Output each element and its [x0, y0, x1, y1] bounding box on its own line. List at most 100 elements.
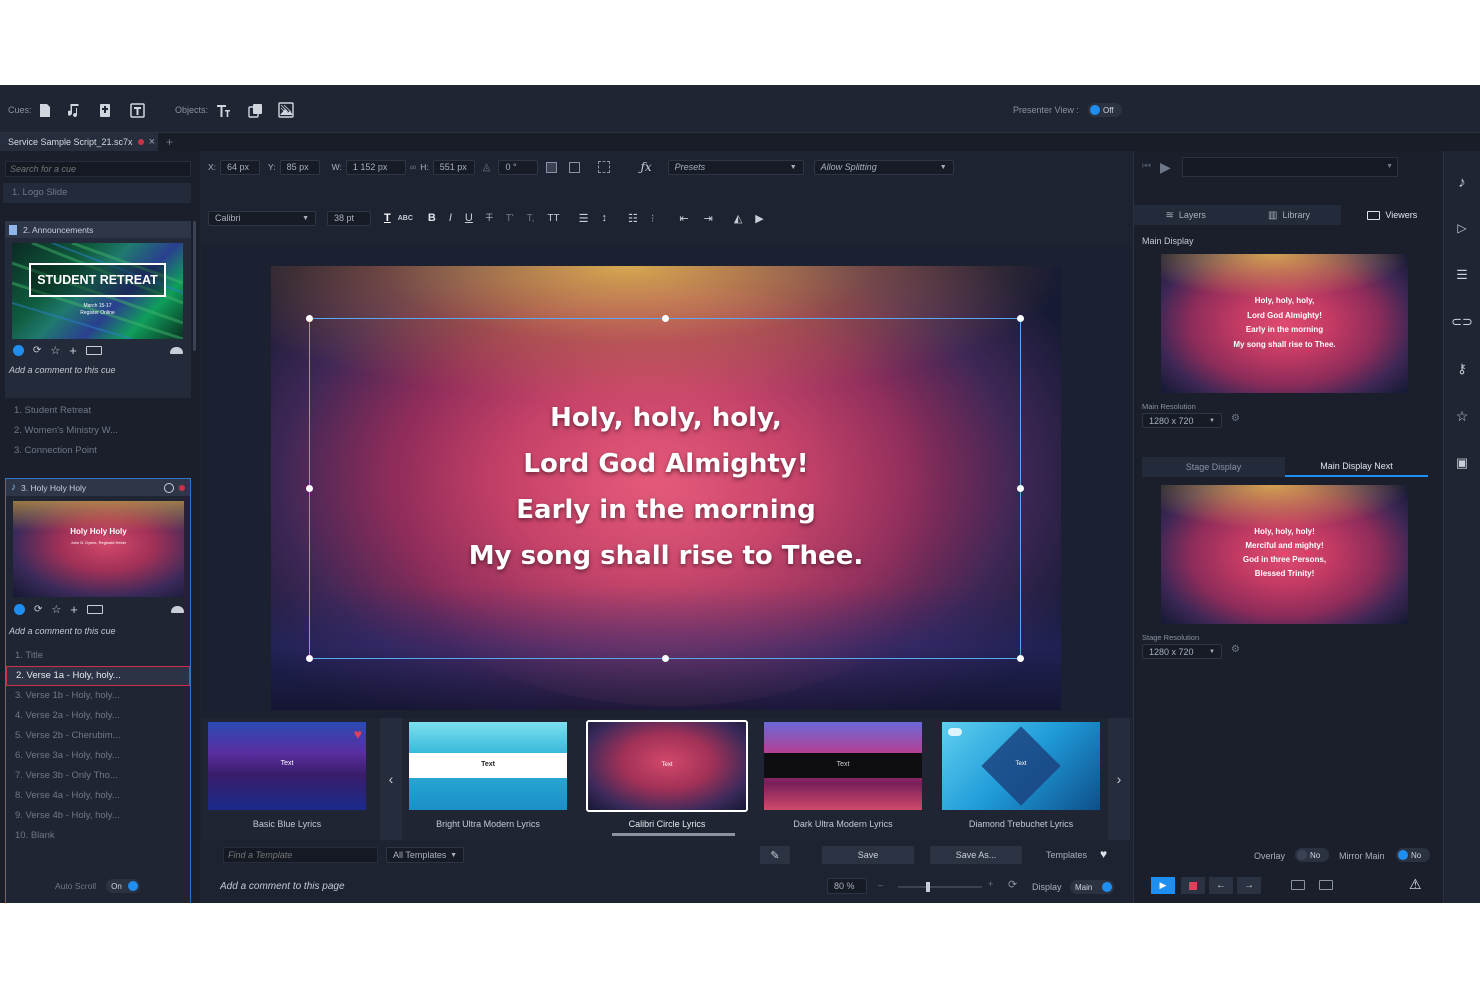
text-color-icon[interactable]: T: [384, 212, 391, 224]
page-item[interactable]: 9. Verse 4b - Holy, holy...: [6, 806, 190, 826]
add-tab-icon[interactable]: +: [166, 135, 173, 149]
cue-search-input[interactable]: [5, 161, 191, 177]
stop-presentation-button[interactable]: [1181, 877, 1205, 894]
bible-icon[interactable]: ▣: [1451, 452, 1473, 474]
loop-icon[interactable]: ⟳: [34, 604, 42, 615]
tab-stage-display[interactable]: Stage Display: [1142, 457, 1285, 477]
template-calibri-circle[interactable]: Text: [586, 720, 748, 812]
underline-icon[interactable]: U: [465, 212, 473, 224]
flip-icon[interactable]: ◭: [734, 212, 742, 225]
main-resolution-dropdown[interactable]: 1280 x 720 ▼: [1142, 413, 1222, 428]
template-basic-blue[interactable]: ♥ Text: [208, 722, 366, 810]
superscript-icon[interactable]: T': [506, 213, 514, 224]
x-field[interactable]: 64 px: [220, 159, 261, 175]
slide-cue-icon[interactable]: [37, 101, 53, 119]
page-item[interactable]: 3. Connection Point: [5, 441, 191, 461]
w-field[interactable]: 1 152 px: [345, 159, 406, 175]
page-item[interactable]: 2. Women's Ministry W...: [5, 421, 191, 441]
page-item[interactable]: 1. Student Retreat: [5, 401, 191, 421]
spell-check-icon[interactable]: ABC: [398, 215, 413, 222]
overlay-toggle[interactable]: No: [1295, 848, 1329, 862]
resize-handle[interactable]: [662, 655, 669, 662]
brush-icon[interactable]: ✎: [760, 846, 790, 864]
page-item[interactable]: 10. Blank: [6, 826, 190, 846]
text-box-selection[interactable]: Holy, holy, holy, Lord God Almighty! Ear…: [306, 315, 1024, 662]
playlist-icon[interactable]: ☰: [1451, 264, 1473, 286]
media-object-icon[interactable]: [277, 101, 295, 119]
italic-icon[interactable]: I: [449, 212, 452, 224]
align-icon[interactable]: [598, 161, 611, 173]
scroll-right-icon[interactable]: ›: [1108, 718, 1130, 840]
favorite-icon[interactable]: ☆: [50, 344, 60, 357]
cue-comment[interactable]: Add a comment to this cue: [9, 365, 116, 375]
align-text-icon[interactable]: ☰: [579, 212, 589, 225]
save-as-template-button[interactable]: Save As...: [930, 846, 1022, 864]
media-dropdown[interactable]: ▼: [1182, 157, 1398, 177]
slide-canvas[interactable]: Holy, holy, holy, Lord God Almighty! Ear…: [271, 266, 1061, 710]
song-cue-icon[interactable]: [66, 101, 84, 119]
cue-comment[interactable]: Add a comment to this cue: [9, 626, 116, 636]
refresh-icon[interactable]: ⟳: [1008, 878, 1017, 891]
play-cue-icon[interactable]: [13, 344, 24, 356]
sidebar-scrollbar[interactable]: [193, 221, 196, 351]
zoom-in-icon[interactable]: +: [988, 879, 993, 889]
timer-icon[interactable]: [164, 482, 174, 493]
bible-cue-icon[interactable]: [97, 101, 113, 119]
keyboard-icon[interactable]: [86, 604, 103, 614]
cloud-icon[interactable]: [170, 346, 183, 354]
add-icon[interactable]: +: [70, 602, 78, 617]
play-cue-icon[interactable]: [14, 603, 25, 615]
all-caps-icon[interactable]: TT: [547, 213, 559, 224]
scroll-left-icon[interactable]: ‹: [380, 718, 402, 840]
loop-icon[interactable]: ⟳: [33, 345, 41, 356]
cue-logo-slide[interactable]: 1. Logo Slide: [3, 183, 191, 203]
line-spacing-icon[interactable]: ☷: [628, 212, 638, 225]
send-backward-icon[interactable]: [569, 161, 581, 173]
previous-slide-button[interactable]: ←: [1209, 877, 1233, 894]
resize-handle[interactable]: [1017, 655, 1024, 662]
video-icon[interactable]: ▷: [1451, 217, 1473, 239]
page-item[interactable]: 8. Verse 4a - Holy, holy...: [6, 786, 190, 806]
favorite-icon[interactable]: ☆: [51, 603, 61, 616]
subscript-icon[interactable]: T,: [527, 213, 535, 224]
h-field[interactable]: 551 px: [432, 159, 475, 175]
presenter-view-toggle[interactable]: Off: [1088, 103, 1122, 117]
text-direction-icon[interactable]: ▶: [755, 212, 763, 225]
tab-main-display-next[interactable]: Main Display Next: [1285, 457, 1428, 477]
key-icon[interactable]: ⚷: [1451, 358, 1473, 380]
cue-holy-holy-holy[interactable]: ♪ 3. Holy Holy Holy Holy Holy Holy John …: [5, 478, 191, 903]
indent-icon[interactable]: ⇥: [704, 212, 713, 225]
resize-handle[interactable]: [662, 315, 669, 322]
template-filter-dropdown[interactable]: All Templates ▼: [386, 847, 464, 863]
play-icon[interactable]: ▶: [1160, 159, 1171, 176]
tab-library[interactable]: ▥ Library: [1237, 205, 1340, 225]
page-comment[interactable]: Add a comment to this page: [220, 881, 345, 892]
play-presentation-button[interactable]: ▶: [1151, 877, 1175, 894]
page-item-selected[interactable]: 2. Verse 1a - Holy, holy...: [6, 666, 190, 686]
save-template-button[interactable]: Save: [822, 846, 914, 864]
mirror-main-toggle[interactable]: No: [1396, 848, 1430, 862]
page-item[interactable]: 6. Verse 3a - Holy, holy...: [6, 746, 190, 766]
stage-resolution-dropdown[interactable]: 1280 x 720 ▼: [1142, 644, 1222, 659]
star-icon[interactable]: ☆: [1451, 405, 1473, 427]
favorite-heart-icon[interactable]: ♥: [354, 726, 362, 742]
tab-layers[interactable]: ≋ Layers: [1134, 205, 1237, 225]
link-icon[interactable]: ∞: [410, 162, 416, 172]
add-icon[interactable]: +: [69, 343, 77, 358]
font-size-field[interactable]: 38 pt: [327, 210, 371, 226]
skip-back-icon[interactable]: ⏮: [1142, 161, 1151, 172]
rotation-field[interactable]: 0 °: [498, 159, 539, 175]
function-icon[interactable]: ƒx: [640, 160, 651, 174]
rotate-icon[interactable]: ◬: [483, 162, 491, 173]
find-template-input[interactable]: [223, 847, 378, 863]
cue-announcements[interactable]: 2. Announcements: [5, 221, 191, 238]
display-toggle[interactable]: Main: [1070, 880, 1114, 894]
page-item[interactable]: 5. Verse 2b - Cherubim...: [6, 726, 190, 746]
resize-handle[interactable]: [306, 315, 313, 322]
tab-document[interactable]: Service Sample Script_21.sc7x ×: [0, 133, 158, 151]
presets-dropdown[interactable]: Presets ▼: [667, 159, 804, 175]
announcements-thumbnail[interactable]: STUDENT RETREAT March 15-17 Register Onl…: [12, 243, 183, 339]
holy-thumbnail[interactable]: Holy Holy Holy John B. Dykes, Reginald H…: [13, 501, 184, 597]
y-field[interactable]: 85 px: [279, 159, 320, 175]
lyrics-text[interactable]: Holy, holy, holy, Lord God Almighty! Ear…: [310, 395, 1022, 579]
